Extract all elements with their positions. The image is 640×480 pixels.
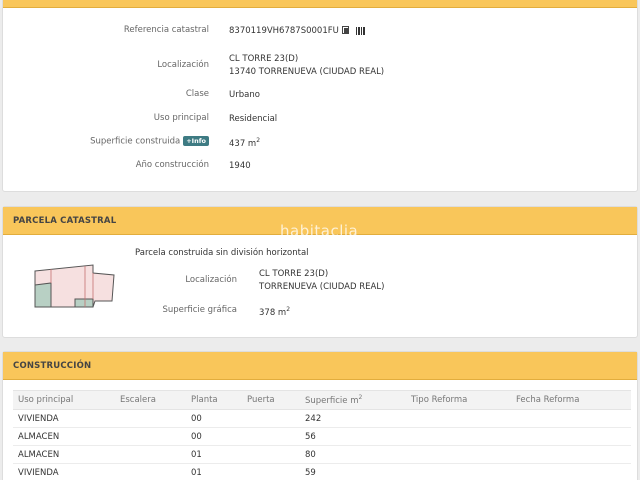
info-badge[interactable]: +Info xyxy=(183,136,209,146)
construccion-panel: CONSTRUCCIÓN Uso principal Escalera Plan… xyxy=(2,351,638,480)
cell-superficie: 80 xyxy=(300,445,406,464)
cell-uso: ALMACEN xyxy=(13,445,115,464)
parcela-loc-line2: TORRENUEVA (CIUDAD REAL) xyxy=(259,282,385,292)
cell-escalera xyxy=(115,427,186,446)
localizacion-label: Localización xyxy=(157,60,209,70)
col-planta: Planta xyxy=(186,390,242,410)
cell-uso: ALMACEN xyxy=(13,427,115,446)
parcela-sup-number: 378 m xyxy=(259,307,287,318)
col-superficie: Superficie m2 xyxy=(300,390,406,410)
table-header-row: Uso principal Escalera Planta Puerta Sup… xyxy=(13,390,631,410)
panel-header-bar xyxy=(3,0,637,8)
clase-label: Clase xyxy=(185,89,209,99)
parcela-description: Parcela construida sin división horizont… xyxy=(135,248,309,258)
cell-tipo xyxy=(406,409,511,428)
cell-escalera xyxy=(115,445,186,464)
cell-escalera xyxy=(115,409,186,428)
cell-superficie: 59 xyxy=(300,463,406,480)
watermark: habitaclia xyxy=(280,222,359,240)
cell-fecha xyxy=(511,445,631,464)
barcode-icon[interactable] xyxy=(355,26,366,35)
cell-uso: VIVIENDA xyxy=(13,409,115,428)
localizacion-line1: CL TORRE 23(D) xyxy=(229,54,299,64)
cell-puerta xyxy=(242,463,300,480)
col-escalera: Escalera xyxy=(115,390,186,410)
cell-escalera xyxy=(115,463,186,480)
table-row: ALMACEN 01 80 xyxy=(13,445,631,464)
superficie-number: 437 m xyxy=(229,138,257,149)
cell-puerta xyxy=(242,409,300,428)
referencia-value: 8370119VH6787S0001FU xyxy=(229,25,366,37)
cell-superficie: 56 xyxy=(300,427,406,446)
cell-planta: 01 xyxy=(186,463,242,480)
referencia-label: Referencia catastral xyxy=(123,25,209,35)
table-row: VIVIENDA 00 242 xyxy=(13,409,631,428)
col-uso: Uso principal xyxy=(13,390,115,410)
cell-fecha xyxy=(511,409,631,428)
parcela-loc-line1: CL TORRE 23(D) xyxy=(259,269,329,279)
col-tipo: Tipo Reforma xyxy=(406,390,511,410)
col-superficie-exp: 2 xyxy=(358,394,363,402)
cell-puerta xyxy=(242,427,300,446)
superficie-value: 437 m2 xyxy=(229,135,260,150)
col-fecha: Fecha Reforma xyxy=(511,390,631,410)
cell-tipo xyxy=(406,427,511,446)
parcela-sup-label: Superficie gráfica xyxy=(162,305,237,315)
cell-uso: VIVIENDA xyxy=(13,463,115,480)
superficie-label-text: Superficie construida xyxy=(90,136,181,147)
cell-tipo xyxy=(406,463,511,480)
uso-label: Uso principal xyxy=(153,113,209,123)
cell-planta: 01 xyxy=(186,445,242,464)
construccion-table: Uso principal Escalera Planta Puerta Sup… xyxy=(13,390,631,480)
col-puerta: Puerta xyxy=(242,390,300,410)
table-row: ALMACEN 00 56 xyxy=(13,427,631,446)
anio-label: Año construcción xyxy=(135,160,209,170)
uso-value: Residencial xyxy=(229,114,278,124)
superficie-exp: 2 xyxy=(256,137,261,144)
copy-icon[interactable] xyxy=(341,26,350,35)
cell-fecha xyxy=(511,463,631,480)
col-superficie-text: Superficie m xyxy=(305,395,359,406)
cell-tipo xyxy=(406,445,511,464)
anio-value: 1940 xyxy=(229,161,251,171)
clase-value: Urbano xyxy=(229,90,260,100)
parcel-map-icon xyxy=(34,264,115,308)
parcela-sup-exp: 2 xyxy=(286,306,291,313)
superficie-label: Superficie construida +Info xyxy=(90,136,209,147)
cell-superficie: 242 xyxy=(300,409,406,428)
parcela-sup-value: 378 m2 xyxy=(259,304,290,319)
parcela-loc-label: Localización xyxy=(185,275,237,285)
cell-planta: 00 xyxy=(186,427,242,446)
referencia-code[interactable]: 8370119VH6787S0001FU xyxy=(229,26,339,36)
cell-planta: 00 xyxy=(186,409,242,428)
construccion-header: CONSTRUCCIÓN xyxy=(3,352,637,380)
referencia-panel: Referencia catastral 8370119VH6787S0001F… xyxy=(2,0,638,192)
cell-puerta xyxy=(242,445,300,464)
localizacion-line2: 13740 TORRENUEVA (CIUDAD REAL) xyxy=(229,67,385,77)
table-row: VIVIENDA 01 59 xyxy=(13,463,631,480)
cell-fecha xyxy=(511,427,631,446)
